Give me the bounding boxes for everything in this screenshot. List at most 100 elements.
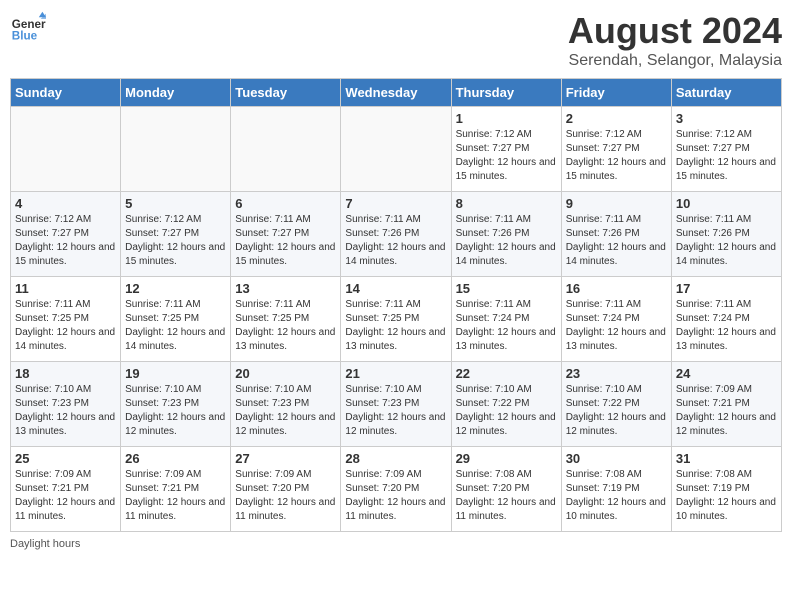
calendar-cell: 12 Sunrise: 7:11 AMSunset: 7:25 PMDayligh… <box>121 277 231 362</box>
calendar-cell: 21 Sunrise: 7:10 AMSunset: 7:23 PMDayligh… <box>341 362 451 447</box>
calendar-cell: 23Sunrise: 7:10 AMSunset: 7:22 PMDayligh… <box>561 362 671 447</box>
day-info: Sunrise: 7:11 AMSunset: 7:25 PMDaylight:… <box>15 298 116 354</box>
day-number: 30 <box>566 451 667 466</box>
calendar-cell: 17Sunrise: 7:11 AMSunset: 7:24 PMDayligh… <box>671 277 781 362</box>
day-info: Sunrise: 7:12 AMSunset: 7:27 PMDaylight:… <box>456 128 557 184</box>
week-row-5: 25 Sunrise: 7:09 AMSunset: 7:21 PMDayligh… <box>11 447 782 532</box>
day-number: 15 <box>456 281 557 296</box>
calendar-cell: 8Sunrise: 7:11 AMSunset: 7:26 PMDaylight… <box>451 192 561 277</box>
day-info: Sunrise: 7:12 AMSunset: 7:27 PMDaylight:… <box>15 213 116 269</box>
day-info: Sunrise: 7:10 AMSunset: 7:23 PMDaylight:… <box>125 383 226 439</box>
footer: Daylight hours <box>10 538 782 550</box>
week-row-3: 11 Sunrise: 7:11 AMSunset: 7:25 PMDayligh… <box>11 277 782 362</box>
calendar-cell: 28 Sunrise: 7:09 AMSunset: 7:20 PMDayligh… <box>341 447 451 532</box>
calendar-cell: 10 Sunrise: 7:11 AMSunset: 7:26 PMDayligh… <box>671 192 781 277</box>
day-info: Sunrise: 7:11 AMSunset: 7:24 PMDaylight:… <box>676 298 777 354</box>
day-number: 28 <box>345 451 446 466</box>
day-info: Sunrise: 7:12 AMSunset: 7:27 PMDaylight:… <box>676 128 777 184</box>
weekday-header-thursday: Thursday <box>451 79 561 107</box>
calendar-cell <box>341 107 451 192</box>
calendar-cell <box>231 107 341 192</box>
day-info: Sunrise: 7:11 AMSunset: 7:24 PMDaylight:… <box>566 298 667 354</box>
calendar-cell: 14 Sunrise: 7:11 AMSunset: 7:25 PMDayligh… <box>341 277 451 362</box>
calendar-cell: 19 Sunrise: 7:10 AMSunset: 7:23 PMDayligh… <box>121 362 231 447</box>
day-number: 6 <box>235 196 336 211</box>
calendar-cell <box>121 107 231 192</box>
day-info: Sunrise: 7:12 AMSunset: 7:27 PMDaylight:… <box>125 213 226 269</box>
calendar-cell <box>11 107 121 192</box>
day-info: Sunrise: 7:12 AMSunset: 7:27 PMDaylight:… <box>566 128 667 184</box>
day-number: 5 <box>125 196 226 211</box>
day-number: 2 <box>566 111 667 126</box>
weekday-header-saturday: Saturday <box>671 79 781 107</box>
day-info: Sunrise: 7:10 AMSunset: 7:22 PMDaylight:… <box>566 383 667 439</box>
day-number: 3 <box>676 111 777 126</box>
day-number: 21 <box>345 366 446 381</box>
day-info: Sunrise: 7:11 AMSunset: 7:24 PMDaylight:… <box>456 298 557 354</box>
day-info: Sunrise: 7:08 AMSunset: 7:19 PMDaylight:… <box>566 468 667 524</box>
day-number: 26 <box>125 451 226 466</box>
calendar-cell: 13 Sunrise: 7:11 AMSunset: 7:25 PMDayligh… <box>231 277 341 362</box>
day-number: 11 <box>15 281 116 296</box>
calendar-cell: 3 Sunrise: 7:12 AMSunset: 7:27 PMDaylight… <box>671 107 781 192</box>
weekday-header-wednesday: Wednesday <box>341 79 451 107</box>
calendar-cell: 27 Sunrise: 7:09 AMSunset: 7:20 PMDayligh… <box>231 447 341 532</box>
day-info: Sunrise: 7:09 AMSunset: 7:20 PMDaylight:… <box>235 468 336 524</box>
day-number: 19 <box>125 366 226 381</box>
day-number: 14 <box>345 281 446 296</box>
day-info: Sunrise: 7:11 AMSunset: 7:25 PMDaylight:… <box>125 298 226 354</box>
weekday-header-tuesday: Tuesday <box>231 79 341 107</box>
day-info: Sunrise: 7:10 AMSunset: 7:22 PMDaylight:… <box>456 383 557 439</box>
calendar-cell: 18Sunrise: 7:10 AMSunset: 7:23 PMDayligh… <box>11 362 121 447</box>
day-info: Sunrise: 7:11 AMSunset: 7:26 PMDaylight:… <box>566 213 667 269</box>
day-info: Sunrise: 7:10 AMSunset: 7:23 PMDaylight:… <box>345 383 446 439</box>
calendar-cell: 15 Sunrise: 7:11 AMSunset: 7:24 PMDayligh… <box>451 277 561 362</box>
day-number: 29 <box>456 451 557 466</box>
day-number: 9 <box>566 196 667 211</box>
day-number: 1 <box>456 111 557 126</box>
day-number: 25 <box>15 451 116 466</box>
day-info: Sunrise: 7:10 AMSunset: 7:23 PMDaylight:… <box>15 383 116 439</box>
logo: General Blue <box>10 10 46 46</box>
calendar-cell: 26 Sunrise: 7:09 AMSunset: 7:21 PMDayligh… <box>121 447 231 532</box>
calendar-cell: 30 Sunrise: 7:08 AMSunset: 7:19 PMDayligh… <box>561 447 671 532</box>
day-number: 27 <box>235 451 336 466</box>
day-info: Sunrise: 7:11 AMSunset: 7:26 PMDaylight:… <box>676 213 777 269</box>
day-number: 13 <box>235 281 336 296</box>
day-number: 31 <box>676 451 777 466</box>
day-number: 10 <box>676 196 777 211</box>
day-number: 22 <box>456 366 557 381</box>
day-info: Sunrise: 7:11 AMSunset: 7:25 PMDaylight:… <box>235 298 336 354</box>
logo-icon: General Blue <box>10 10 46 46</box>
day-info: Sunrise: 7:09 AMSunset: 7:21 PMDaylight:… <box>125 468 226 524</box>
title-block: August 2024 Serendah, Selangor, Malaysia <box>568 10 782 70</box>
day-info: Sunrise: 7:11 AMSunset: 7:26 PMDaylight:… <box>345 213 446 269</box>
day-info: Sunrise: 7:10 AMSunset: 7:23 PMDaylight:… <box>235 383 336 439</box>
day-info: Sunrise: 7:09 AMSunset: 7:20 PMDaylight:… <box>345 468 446 524</box>
week-row-2: 4 Sunrise: 7:12 AMSunset: 7:27 PMDaylight… <box>11 192 782 277</box>
calendar-cell: 29Sunrise: 7:08 AMSunset: 7:20 PMDayligh… <box>451 447 561 532</box>
day-number: 12 <box>125 281 226 296</box>
day-info: Sunrise: 7:11 AMSunset: 7:25 PMDaylight:… <box>345 298 446 354</box>
calendar-cell: 16 Sunrise: 7:11 AMSunset: 7:24 PMDayligh… <box>561 277 671 362</box>
day-number: 16 <box>566 281 667 296</box>
week-row-1: 1 Sunrise: 7:12 AMSunset: 7:27 PMDaylight… <box>11 107 782 192</box>
day-number: 4 <box>15 196 116 211</box>
page-header: General Blue August 2024 Serendah, Selan… <box>10 10 782 70</box>
day-info: Sunrise: 7:11 AMSunset: 7:26 PMDaylight:… <box>456 213 557 269</box>
calendar-table: SundayMondayTuesdayWednesdayThursdayFrid… <box>10 78 782 532</box>
calendar-cell: 2 Sunrise: 7:12 AMSunset: 7:27 PMDaylight… <box>561 107 671 192</box>
calendar-cell: 11 Sunrise: 7:11 AMSunset: 7:25 PMDayligh… <box>11 277 121 362</box>
calendar-cell: 22 Sunrise: 7:10 AMSunset: 7:22 PMDayligh… <box>451 362 561 447</box>
day-info: Sunrise: 7:11 AMSunset: 7:27 PMDaylight:… <box>235 213 336 269</box>
week-row-4: 18Sunrise: 7:10 AMSunset: 7:23 PMDayligh… <box>11 362 782 447</box>
calendar-cell: 6 Sunrise: 7:11 AMSunset: 7:27 PMDaylight… <box>231 192 341 277</box>
svg-text:Blue: Blue <box>12 30 38 43</box>
calendar-cell: 9 Sunrise: 7:11 AMSunset: 7:26 PMDaylight… <box>561 192 671 277</box>
location: Serendah, Selangor, Malaysia <box>568 52 782 70</box>
day-number: 24 <box>676 366 777 381</box>
calendar-cell: 25Sunrise: 7:09 AMSunset: 7:21 PMDayligh… <box>11 447 121 532</box>
weekday-header-sunday: Sunday <box>11 79 121 107</box>
calendar-cell: 5 Sunrise: 7:12 AMSunset: 7:27 PMDaylight… <box>121 192 231 277</box>
day-info: Sunrise: 7:08 AMSunset: 7:19 PMDaylight:… <box>676 468 777 524</box>
